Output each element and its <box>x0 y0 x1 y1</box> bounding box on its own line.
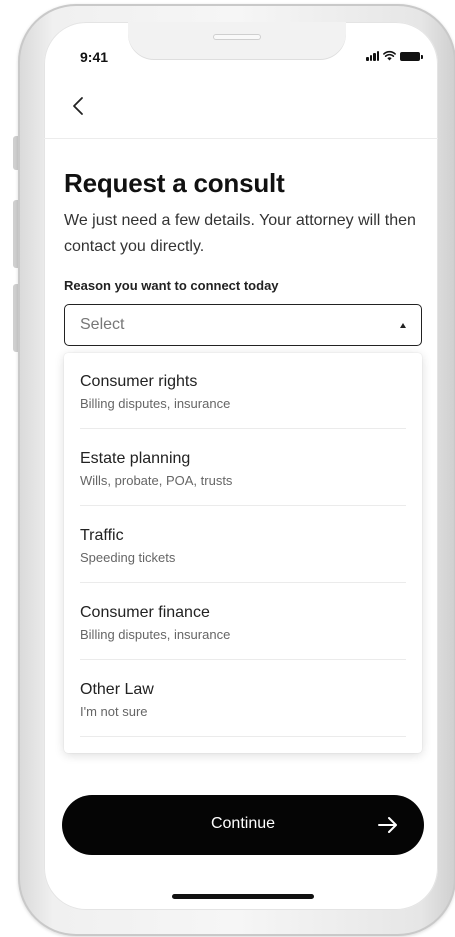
device-mockup: 9:41 Request a consult We just need a fe… <box>0 0 455 937</box>
option-description: Wills, probate, POA, trusts <box>80 473 233 488</box>
wifi-icon <box>383 50 396 61</box>
reason-field-label: Reason you want to connect today <box>64 278 279 293</box>
notch <box>128 22 346 60</box>
dropdown-option-consumer-rights[interactable]: Consumer rights Billing disputes, insura… <box>80 353 406 429</box>
status-icons <box>366 49 423 61</box>
dropdown-option-other-law[interactable]: Other Law I'm not sure <box>80 661 406 737</box>
page-title: Request a consult <box>64 168 285 198</box>
option-divider <box>80 659 406 660</box>
option-divider <box>80 428 406 429</box>
status-time: 9:41 <box>80 49 109 65</box>
reason-dropdown-menu: Consumer rights Billing disputes, insura… <box>64 353 422 753</box>
option-divider <box>80 582 406 583</box>
option-title: Consumer finance <box>80 604 210 621</box>
option-divider <box>80 505 406 506</box>
home-indicator <box>172 894 314 899</box>
option-title: Traffic <box>80 527 124 544</box>
dropdown-option-consumer-finance[interactable]: Consumer finance Billing disputes, insur… <box>80 584 406 660</box>
back-button[interactable] <box>66 94 90 118</box>
caret-up-icon <box>400 322 406 328</box>
continue-button[interactable]: Continue <box>62 795 424 855</box>
battery-icon <box>400 52 423 61</box>
select-placeholder: Select <box>80 316 125 333</box>
speaker-grille <box>213 34 261 40</box>
option-description: Billing disputes, insurance <box>80 396 231 411</box>
option-title: Estate planning <box>80 450 191 467</box>
dropdown-option-estate-planning[interactable]: Estate planning Wills, probate, POA, tru… <box>80 430 406 506</box>
reason-select[interactable]: Select <box>64 304 422 346</box>
option-description: Speeding tickets <box>80 550 176 565</box>
option-description: Billing disputes, insurance <box>80 627 231 642</box>
dropdown-option-traffic[interactable]: Traffic Speeding tickets <box>80 507 406 583</box>
option-divider <box>80 736 406 737</box>
arrow-right-icon <box>378 817 397 833</box>
header-divider <box>44 138 438 139</box>
chevron-left-icon <box>73 97 83 115</box>
cellular-signal-icon <box>366 50 379 61</box>
option-title: Consumer rights <box>80 373 198 390</box>
continue-label: Continue <box>210 815 276 832</box>
page-subtitle: We just need a few details. Your attorne… <box>64 212 416 255</box>
option-description: I'm not sure <box>80 704 148 719</box>
app-screen: 9:41 Request a consult We just need a fe… <box>44 22 438 910</box>
option-title: Other Law <box>80 681 154 698</box>
